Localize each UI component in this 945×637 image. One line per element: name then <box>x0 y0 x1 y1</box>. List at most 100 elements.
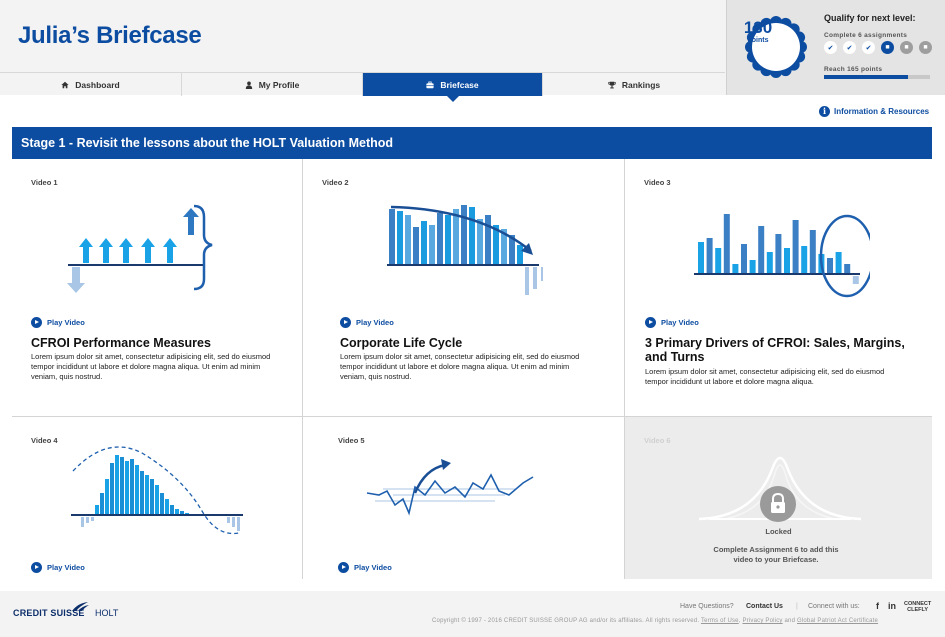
assignments-text: Complete 6 assignments <box>824 32 908 39</box>
locked-message: Complete Assignment 6 to add this video … <box>713 545 839 564</box>
main-nav: Dashboard My Profile Briefcase Rankings <box>0 72 725 102</box>
bar <box>150 479 154 515</box>
bell-curve-illustration-icon <box>71 446 243 535</box>
home-icon <box>61 81 69 88</box>
qualify-title: Qualify for next level: <box>824 13 916 23</box>
play-video-2-button[interactable]: Play Video <box>340 316 394 328</box>
bar <box>698 242 704 274</box>
bar <box>115 455 119 515</box>
bar <box>741 244 747 274</box>
bar <box>844 264 851 274</box>
padlock-icon <box>771 492 785 513</box>
tab-rankings[interactable]: Rankings <box>543 73 725 96</box>
bar <box>110 463 114 515</box>
tab-briefcase[interactable]: Briefcase <box>363 73 543 102</box>
up-arrow <box>99 238 113 263</box>
tab-my-profile[interactable]: My Profile <box>182 73 363 96</box>
play-video-label: Play Video <box>356 317 394 327</box>
corporate-life-cycle-illustration-icon <box>387 205 543 295</box>
play-icon <box>338 561 349 573</box>
play-video-5-button[interactable]: Play Video <box>338 561 392 573</box>
negative-bar <box>81 517 84 527</box>
information-resources-link[interactable]: i Information & Resources <box>819 104 929 118</box>
user-icon <box>245 81 252 89</box>
bar <box>437 213 443 265</box>
play-video-label: Play Video <box>47 317 85 327</box>
video-card-5: Video 5 Play Video <box>303 417 625 579</box>
video-label: Video 1 <box>31 178 58 187</box>
video-label: Video 6 <box>644 436 671 445</box>
bar <box>100 493 104 515</box>
questions-text: Have Questions? <box>680 603 734 610</box>
stage-banner: Stage 1 - Revisit the lessons about the … <box>12 127 932 159</box>
sails-logo-icon <box>72 602 89 611</box>
video-card-1: Video 1 Play Video CFROI Performance Mea… <box>12 159 303 417</box>
bar <box>405 215 411 265</box>
tab-briefcase-label: Briefcase <box>440 79 479 90</box>
briefcase-icon <box>426 81 434 88</box>
bar <box>809 230 816 274</box>
video-description: Lorem ipsum dolor sit amet, consectetur … <box>31 352 271 381</box>
bar <box>517 245 523 265</box>
up-arrow <box>163 238 177 263</box>
patriot-act-link[interactable]: Global Patriot Act Certificate <box>797 618 878 624</box>
bar <box>160 493 164 515</box>
play-icon <box>31 561 42 573</box>
assignment-6-lock-icon: ■ <box>919 41 932 54</box>
negative-bar <box>91 517 94 521</box>
play-video-4-button[interactable]: Play Video <box>31 561 85 573</box>
video-card-4: Video 4 Play Video <box>12 417 303 579</box>
assignment-1-check-icon: ✔ <box>824 41 837 54</box>
bar <box>120 457 124 515</box>
play-video-1-button[interactable]: Play Video <box>31 316 85 328</box>
bar <box>140 471 144 515</box>
bar <box>792 220 799 274</box>
bar <box>477 219 483 265</box>
contact-us-link[interactable]: Contact Us <box>746 603 783 610</box>
bar <box>155 485 159 515</box>
bar <box>429 225 435 265</box>
assignment-4-lock-icon: ■ <box>881 41 894 54</box>
bar <box>469 207 475 265</box>
bar <box>389 209 395 265</box>
bar <box>766 252 773 274</box>
bar <box>453 209 459 265</box>
bar <box>170 505 174 515</box>
assignment-3-check-icon: ✔ <box>862 41 875 54</box>
play-video-3-button[interactable]: Play Video <box>645 316 699 328</box>
bar <box>130 459 134 515</box>
assignment-2-check-icon: ✔ <box>843 41 856 54</box>
assignment-5-lock-icon: ■ <box>900 41 913 54</box>
tab-rankings-label: Rankings <box>621 79 661 90</box>
info-icon: i <box>819 105 830 117</box>
negative-bar <box>227 517 230 523</box>
negative-bar <box>852 276 859 284</box>
line-chart-illustration-icon <box>366 459 534 516</box>
video-label: Video 4 <box>31 436 58 445</box>
video-title: 3 Primary Drivers of CFROI: Sales, Margi… <box>645 336 905 364</box>
bar <box>485 215 491 265</box>
linkedin-icon[interactable]: in <box>888 601 896 611</box>
connect-brand-icon[interactable]: CONNECT CLEFLY <box>904 601 931 613</box>
negative-bar <box>232 517 235 527</box>
video-label: Video 3 <box>644 178 671 187</box>
reach-text: Reach 165 points <box>824 66 883 73</box>
bar <box>827 258 833 274</box>
bar <box>758 226 765 274</box>
video-label: Video 5 <box>338 436 365 445</box>
qualify-panel: 130 points Qualify for next level: Compl… <box>726 0 945 95</box>
points-unit: points <box>747 37 769 44</box>
bar <box>732 264 739 274</box>
header: Julia’s Briefcase Dashboard My Profile B… <box>0 0 945 102</box>
separator: , <box>738 618 741 624</box>
page-title: Julia’s Briefcase <box>18 22 202 49</box>
bar <box>445 215 451 265</box>
negative-bar <box>525 267 529 295</box>
terms-of-use-link[interactable]: Terms of Use <box>701 618 739 624</box>
privacy-policy-link[interactable]: Privacy Policy <box>742 618 782 624</box>
video-description: Lorem ipsum dolor sit amet, consectetur … <box>340 352 580 381</box>
tab-dashboard[interactable]: Dashboard <box>0 73 182 96</box>
play-video-label: Play Video <box>354 562 392 572</box>
bar <box>95 505 99 515</box>
facebook-icon[interactable]: f <box>876 601 879 611</box>
